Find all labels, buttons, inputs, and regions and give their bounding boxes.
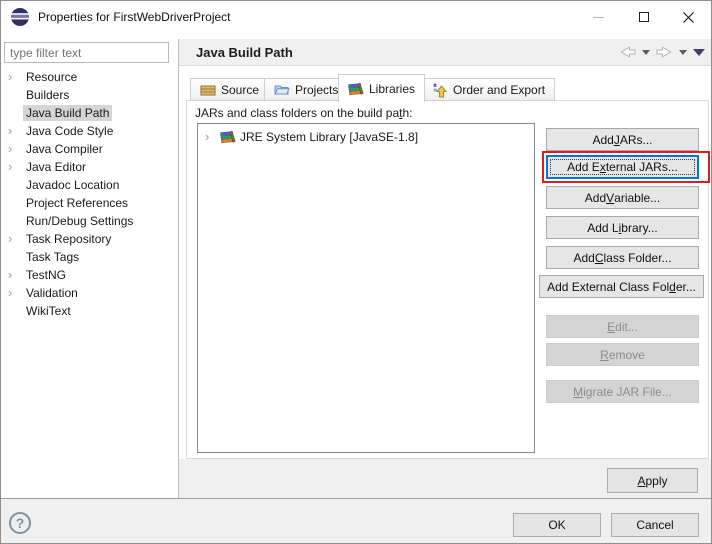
- sidebar-item-resource[interactable]: ›Resource: [1, 68, 177, 86]
- list-item-label: JRE System Library [JavaSE-1.8]: [240, 130, 418, 144]
- ok-button[interactable]: OK: [513, 513, 601, 537]
- tab-order-and-export[interactable]: Order and Export: [422, 78, 555, 101]
- sidebar-item-label: Project References: [23, 195, 131, 211]
- properties-tree: ›Resource Builders Java Build Path ›Java…: [1, 68, 177, 320]
- sidebar-item-java-compiler[interactable]: ›Java Compiler: [1, 140, 177, 158]
- maximize-icon: [639, 12, 649, 22]
- sidebar-item-java-build-path[interactable]: Java Build Path: [1, 104, 177, 122]
- sidebar-item-label: Resource: [23, 69, 80, 85]
- sidebar-item-java-code-style[interactable]: ›Java Code Style: [1, 122, 177, 140]
- add-variable-button[interactable]: Add Variable...: [546, 186, 699, 209]
- pane-divider[interactable]: [178, 39, 179, 498]
- add-class-folder-button[interactable]: Add Class Folder...: [546, 246, 699, 269]
- maximize-button[interactable]: [621, 1, 666, 33]
- help-icon[interactable]: ?: [9, 512, 31, 534]
- sidebar-item-label: Validation: [23, 285, 81, 301]
- forward-arrow-icon[interactable]: [656, 46, 673, 58]
- sidebar-item-label-selected: Java Build Path: [23, 105, 112, 121]
- title-bar: Properties for FirstWebDriverProject: [1, 1, 711, 33]
- tab-label: Order and Export: [453, 83, 545, 97]
- add-library-button[interactable]: Add Library...: [546, 216, 699, 239]
- add-external-class-folder-button[interactable]: Add External Class Folder...: [539, 275, 704, 298]
- minimize-button[interactable]: [576, 1, 621, 33]
- expand-chevron-icon[interactable]: ›: [8, 270, 23, 280]
- forward-history-caret-icon[interactable]: [679, 50, 687, 55]
- remove-button: Remove: [546, 343, 699, 366]
- edit-button: Edit...: [546, 315, 699, 338]
- add-jars-button[interactable]: Add JARs...: [546, 128, 699, 151]
- sidebar-item-project-references[interactable]: Project References: [1, 194, 177, 212]
- sidebar-item-label: Task Tags: [23, 249, 82, 265]
- sidebar-item-validation[interactable]: ›Validation: [1, 284, 177, 302]
- tab-label: Libraries: [369, 82, 415, 96]
- sidebar-item-task-tags[interactable]: Task Tags: [1, 248, 177, 266]
- expand-chevron-icon[interactable]: ›: [8, 288, 23, 298]
- list-item-jre-system-library[interactable]: › JRE System Library [JavaSE-1.8]: [198, 127, 534, 147]
- sidebar-item-builders[interactable]: Builders: [1, 86, 177, 104]
- tab-libraries[interactable]: Libraries: [338, 74, 425, 102]
- view-menu-icon[interactable]: [693, 49, 705, 56]
- properties-dialog: Properties for FirstWebDriverProject ›Re…: [0, 0, 712, 544]
- sidebar-item-label: Run/Debug Settings: [23, 213, 136, 229]
- expand-chevron-icon[interactable]: ›: [8, 144, 23, 154]
- sidebar-item-label: TestNG: [23, 267, 69, 283]
- sidebar-item-label: Java Editor: [23, 159, 89, 175]
- tab-label: Projects: [295, 83, 338, 97]
- expand-chevron-icon[interactable]: ›: [8, 126, 23, 136]
- sidebar-item-testng[interactable]: ›TestNG: [1, 266, 177, 284]
- migrate-jar-file-button: Migrate JAR File...: [546, 380, 699, 403]
- tab-label: Source: [221, 83, 259, 97]
- filter-input[interactable]: [4, 42, 169, 63]
- expand-chevron-icon[interactable]: ›: [8, 162, 23, 172]
- expand-chevron-icon[interactable]: ›: [205, 132, 217, 142]
- sidebar-item-label: Builders: [23, 87, 72, 103]
- tab-source[interactable]: Source: [190, 78, 269, 101]
- sidebar-item-wikitext[interactable]: WikiText: [1, 302, 177, 320]
- page-title: Java Build Path: [196, 45, 293, 60]
- sidebar-item-run-debug-settings[interactable]: Run/Debug Settings: [1, 212, 177, 230]
- build-path-list-label: JARs and class folders on the build path…: [195, 106, 412, 120]
- open-folder-icon: [274, 82, 290, 98]
- page-header: Java Build Path: [179, 39, 712, 66]
- order-export-icon: [432, 82, 448, 98]
- eclipse-logo-icon: [10, 7, 30, 27]
- bottom-bar: [1, 499, 712, 544]
- close-button[interactable]: [666, 1, 711, 33]
- tab-projects[interactable]: Projects: [264, 78, 348, 101]
- sidebar-item-label: Task Repository: [23, 231, 114, 247]
- minimize-icon: [593, 17, 604, 18]
- back-arrow-icon[interactable]: [619, 46, 636, 58]
- sidebar-item-label: WikiText: [23, 303, 74, 319]
- build-path-list[interactable]: › JRE System Library [JavaSE-1.8]: [197, 123, 535, 453]
- sidebar-item-label: Java Compiler: [23, 141, 106, 157]
- sidebar-item-task-repository[interactable]: ›Task Repository: [1, 230, 177, 248]
- cancel-button[interactable]: Cancel: [611, 513, 699, 537]
- sidebar-item-label: Java Code Style: [23, 123, 116, 139]
- sidebar-item-label: Javadoc Location: [23, 177, 122, 193]
- back-history-caret-icon[interactable]: [642, 50, 650, 55]
- close-icon: [683, 12, 694, 23]
- expand-chevron-icon[interactable]: ›: [8, 72, 23, 82]
- package-icon: [200, 82, 216, 98]
- library-books-icon: [348, 81, 364, 97]
- expand-chevron-icon[interactable]: ›: [8, 234, 23, 244]
- window-title: Properties for FirstWebDriverProject: [38, 10, 231, 24]
- apply-button[interactable]: Apply: [607, 468, 698, 493]
- add-external-jars-button[interactable]: Add External JARs...: [546, 155, 699, 179]
- library-books-icon: [220, 129, 236, 145]
- sidebar-item-javadoc-location[interactable]: Javadoc Location: [1, 176, 177, 194]
- sidebar-item-java-editor[interactable]: ›Java Editor: [1, 158, 177, 176]
